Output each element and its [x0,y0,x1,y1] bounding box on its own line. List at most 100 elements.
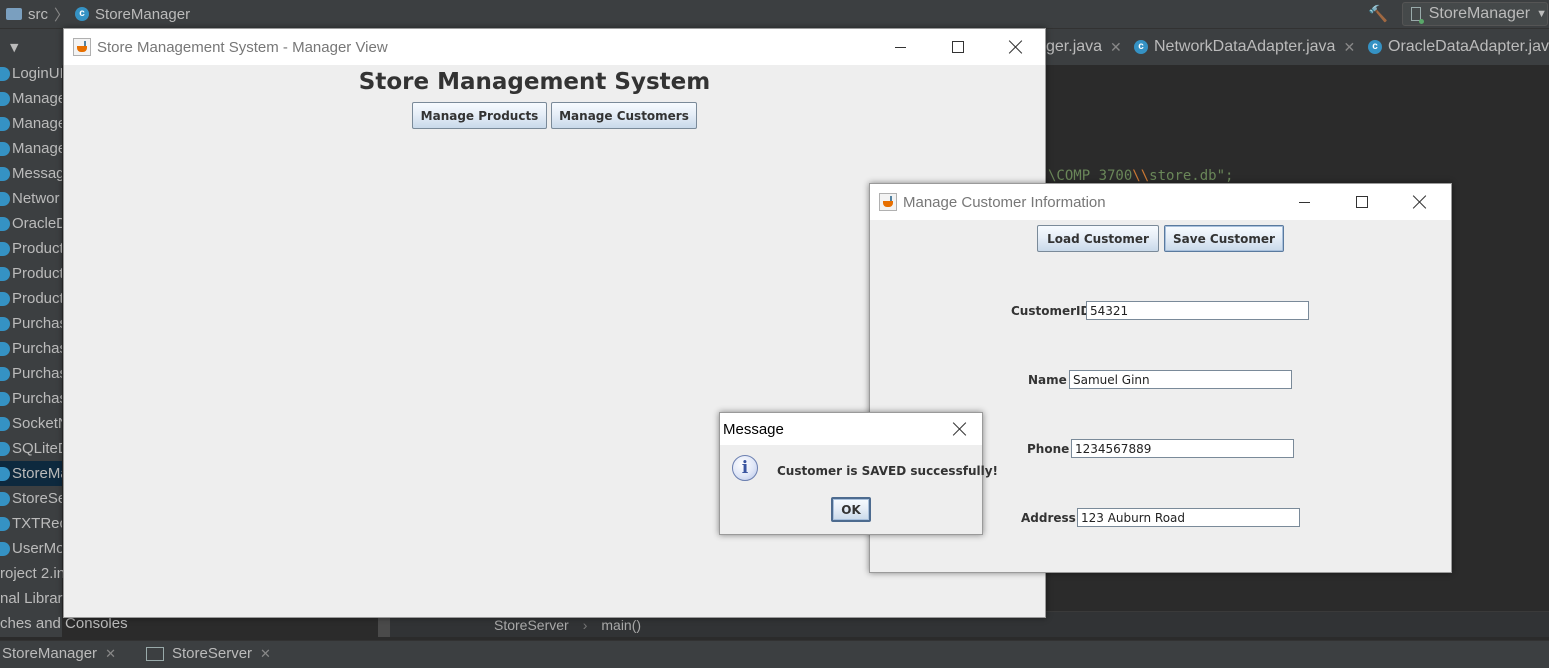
project-tree-item-label: TXTRec [12,515,62,532]
project-tree-item-label: SocketN [12,415,62,432]
customer-id-field[interactable] [1086,301,1309,320]
breadcrumb-src[interactable]: src [28,6,48,23]
breadcrumb-method[interactable]: main() [601,617,641,633]
code-string: \COMP 3700 [1048,168,1133,184]
java-icon [879,193,897,211]
breadcrumb-separator-icon: › [582,616,588,633]
project-tree-item[interactable]: Purchas [0,336,62,361]
project-tree-item[interactable]: roject 2.in [0,561,65,586]
breadcrumb-storemanager[interactable]: StoreManager [95,6,190,23]
project-tree-item[interactable]: Messag [0,161,62,186]
project-tree-item[interactable]: StoreMa [0,461,62,486]
editor-tab-label: ger.java [1046,38,1103,55]
minimize-button[interactable] [871,29,929,65]
close-icon[interactable]: ✕ [260,646,271,662]
project-tree-item[interactable]: SQLiteD [0,436,62,461]
ide-toolbar [0,0,1549,29]
editor-tab[interactable]: ger.java ✕ [1046,29,1122,65]
breadcrumb-separator-icon: 〉 [54,6,70,24]
project-tree-item-label: UserMo [12,540,62,557]
project-tree-item-label: LoginUI [12,65,62,82]
address-field[interactable] [1077,508,1300,527]
dialog-titlebar[interactable]: Message [720,413,982,445]
minimize-button[interactable] [1275,184,1333,220]
class-icon [0,116,10,131]
close-button[interactable] [1391,184,1449,220]
project-tree-item[interactable]: OracleD [0,211,62,236]
project-tree-item[interactable]: LoginUI [0,61,62,86]
maximize-icon [1356,196,1368,208]
project-tree-item[interactable]: StoreSe [0,486,62,511]
close-icon[interactable]: ✕ [1110,39,1122,56]
project-tree-item[interactable]: Manage [0,136,62,161]
code-line: \COMP 3700\\store.db"; [1048,168,1233,184]
build-hammer-icon[interactable]: 🔨 [1368,4,1388,23]
name-field[interactable] [1069,370,1292,389]
project-tree-item-label: OracleD [12,215,62,232]
run-tab[interactable]: StoreServer ✕ [146,640,271,667]
project-tree-item[interactable]: Manage [0,111,62,136]
run-tab-label: StoreServer [172,645,253,662]
class-icon [0,66,10,81]
manage-products-button[interactable]: Manage Products [412,102,547,129]
editor-tab[interactable]: c OracleDataAdapter.java [1368,29,1549,65]
class-icon: c [1368,40,1382,54]
breadcrumb-class[interactable]: StoreServer [494,617,569,633]
application-icon [146,646,164,661]
run-configuration-select[interactable]: StoreManager ▼ [1402,2,1548,26]
maximize-button[interactable] [929,29,987,65]
project-tree-item-label: Messag [12,165,62,182]
maximize-icon [952,41,964,53]
class-icon: c [1134,40,1148,54]
project-tree-item[interactable]: Networ [0,186,62,211]
address-label: Address [1021,511,1076,525]
run-tab[interactable]: StoreManager ✕ [2,640,116,667]
project-tree-item[interactable]: Product [0,236,62,261]
project-tree-item[interactable]: Manage [0,86,62,111]
project-tree-item[interactable]: UserMo [0,536,62,561]
project-tree-item[interactable]: Purchas [0,361,62,386]
close-icon[interactable]: ✕ [105,646,116,662]
folder-icon [6,8,22,20]
project-tree-item[interactable]: SocketN [0,411,62,436]
project-tree-item-label: Product [12,240,62,257]
editor-tab[interactable]: c NetworkDataAdapter.java ✕ [1134,29,1355,65]
message-dialog: Message i Customer is SAVED successfully… [719,412,998,535]
close-icon[interactable]: ✕ [1343,39,1355,56]
project-tree-item-label: Networ [12,190,60,207]
close-button[interactable] [938,413,982,445]
project-tree-item[interactable]: TXTRec [0,511,62,536]
class-icon [0,216,10,231]
manage-customers-button[interactable]: Manage Customers [551,102,697,129]
ok-button[interactable]: OK [831,497,871,522]
editor-tab-label: OracleDataAdapter.java [1388,38,1549,55]
customer-id-label: CustomerID [1011,304,1091,318]
class-icon [0,141,10,156]
project-tree-item[interactable]: Purchas [0,386,62,411]
project-tree-item[interactable]: nal Librar [0,586,63,611]
chevron-down-icon[interactable]: ▼ [10,41,18,54]
project-tree-item[interactable]: Product [0,286,62,311]
minimize-icon [894,46,906,48]
project-tree-item[interactable]: Product [0,261,62,286]
project-tree-item-label: StoreMa [12,465,62,482]
window-title: Store Management System - Manager View [97,38,388,56]
close-button[interactable] [987,29,1045,65]
breadcrumb: src 〉 c StoreManager [6,4,190,24]
class-icon [0,541,10,556]
class-icon [0,241,10,256]
save-customer-button[interactable]: Save Customer [1164,225,1284,252]
project-tree-item-label: SQLiteD [12,440,62,457]
scrollbar[interactable] [378,615,390,637]
class-icon [0,291,10,306]
window-titlebar[interactable]: Store Management System - Manager View [64,29,1045,65]
load-customer-button[interactable]: Load Customer [1037,225,1159,252]
class-icon [0,441,10,456]
window-titlebar[interactable]: Manage Customer Information [870,184,1451,220]
project-tree-item[interactable]: Purchas [0,311,62,336]
application-icon [1411,7,1424,24]
maximize-button[interactable] [1333,184,1391,220]
run-configuration-label: StoreManager [1428,5,1531,22]
project-tree-item-label: Manage [12,115,62,132]
phone-field[interactable] [1071,439,1294,458]
